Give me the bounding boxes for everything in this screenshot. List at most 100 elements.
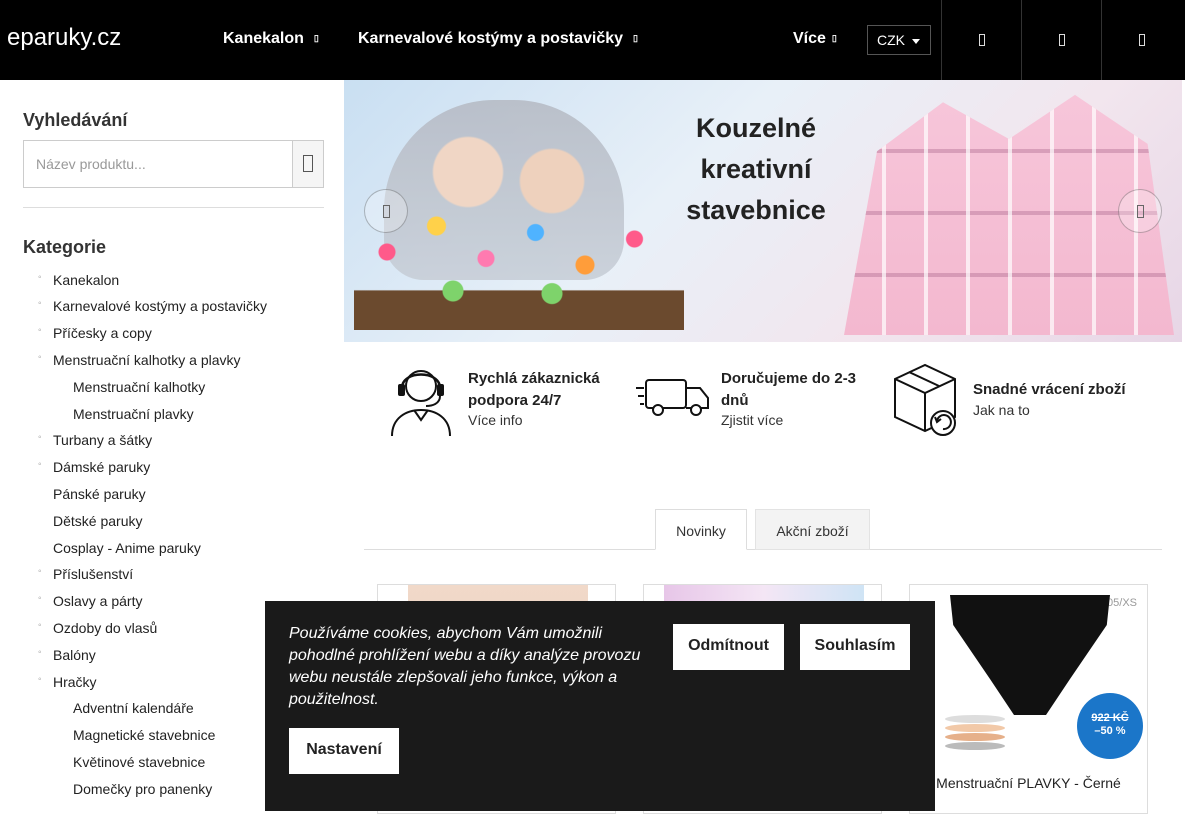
user-icon bbox=[1058, 34, 1065, 46]
bullet-icon: ◦ bbox=[38, 593, 42, 604]
benefit-link[interactable]: Zjistit více bbox=[721, 412, 783, 428]
cookie-settings-button[interactable]: Nastavení bbox=[289, 728, 399, 774]
category-label: Květinové stavebnice bbox=[73, 754, 206, 770]
chevron-down-icon: ▯ bbox=[633, 33, 638, 43]
bullet-icon: ◦ bbox=[38, 352, 42, 363]
subcategory-item[interactable]: Menstruační plavky bbox=[73, 406, 194, 422]
category-label: Adventní kalendáře bbox=[73, 700, 194, 716]
subcategory-item[interactable]: Adventní kalendáře bbox=[73, 700, 194, 716]
benefit-title: Rychlá zákaznická podpora 24/7 bbox=[468, 370, 600, 409]
subcategory-item[interactable]: Domečky pro panenky bbox=[73, 781, 212, 797]
dropdown-caret-icon bbox=[912, 39, 920, 44]
categories-title: Kategorie bbox=[23, 237, 107, 257]
category-label: Dětské paruky bbox=[53, 513, 143, 529]
category-label: Kanekalon bbox=[53, 272, 120, 288]
chevron-down-icon: ▯ bbox=[831, 33, 837, 43]
nav-item-vice[interactable]: Více ▯ bbox=[793, 30, 837, 48]
bullet-icon: ◦ bbox=[38, 432, 42, 443]
carousel-prev-button[interactable] bbox=[364, 189, 408, 233]
search-toggle-button[interactable] bbox=[941, 0, 1021, 80]
cart-button[interactable] bbox=[1101, 0, 1181, 80]
nav-item-kanekalon[interactable]: Kanekalon ▯ bbox=[223, 30, 319, 48]
discount-percent: –50 % bbox=[1094, 725, 1126, 737]
tab-novinky[interactable]: Novinky bbox=[655, 509, 747, 550]
hero-banner[interactable]: Kouzelné kreativní stavebnice bbox=[344, 80, 1182, 342]
chevron-right-icon bbox=[1137, 205, 1144, 218]
category-item[interactable]: ◦ Balóny bbox=[38, 647, 96, 663]
bullet-icon: ◦ bbox=[38, 272, 42, 283]
category-item[interactable]: Cosplay - Anime paruky bbox=[53, 540, 201, 556]
search-input[interactable] bbox=[24, 141, 294, 187]
bullet-icon: ◦ bbox=[38, 325, 42, 336]
category-item[interactable]: ◦ Příčesky a copy bbox=[38, 325, 152, 341]
category-label: Turbany a šátky bbox=[53, 432, 153, 448]
search-title: Vyhledávání bbox=[23, 110, 128, 130]
carousel-next-button[interactable] bbox=[1118, 189, 1162, 233]
bullet-icon: ◦ bbox=[38, 647, 42, 658]
product-image bbox=[950, 595, 1110, 715]
subcategory-item[interactable]: Menstruační kalhotky bbox=[73, 379, 205, 395]
category-label: Ozdoby do vlasů bbox=[53, 620, 158, 636]
category-label: Dámské paruky bbox=[53, 459, 151, 475]
nav-item-label: Kanekalon bbox=[223, 30, 304, 47]
search-button[interactable] bbox=[292, 141, 323, 187]
reject-cookies-button[interactable]: Odmítnout bbox=[673, 624, 784, 670]
product-card[interactable]: Kód: 9405/XS 922 KČ –50 % Menstruační PL… bbox=[909, 584, 1148, 814]
nav-item-label: Více bbox=[793, 30, 826, 47]
bullet-icon: ◦ bbox=[38, 298, 42, 309]
benefit-title: Snadné vrácení zboží bbox=[973, 381, 1126, 398]
category-label: Menstruační kalhotky a plavky bbox=[53, 352, 241, 368]
category-label: Pánské paruky bbox=[53, 486, 146, 502]
product-layers-image bbox=[945, 715, 1005, 755]
currency-value: CZK bbox=[877, 32, 905, 48]
banner-headline: Kouzelné kreativní stavebnice bbox=[666, 108, 846, 231]
banner-headline-line: stavebnice bbox=[686, 195, 826, 225]
site-logo[interactable]: eparuky.cz bbox=[7, 24, 121, 52]
search-icon bbox=[978, 34, 985, 46]
category-item[interactable]: ◦ Kanekalon bbox=[38, 272, 120, 288]
nav-item-label: Karnevalové kostýmy a postavičky bbox=[358, 30, 624, 47]
discount-badge: 922 KČ –50 % bbox=[1077, 693, 1143, 759]
category-item[interactable]: ◦ Dámské paruky bbox=[38, 459, 151, 475]
category-item[interactable]: ◦ Turbany a šátky bbox=[38, 432, 153, 448]
chevron-left-icon bbox=[383, 205, 390, 218]
cookie-consent-bar: Používáme cookies, abychom Vám umožnili … bbox=[265, 601, 935, 811]
benefit-link[interactable]: Jak na to bbox=[973, 402, 1030, 418]
category-label: Magnetické stavebnice bbox=[73, 727, 216, 743]
bullet-icon: ◦ bbox=[38, 566, 42, 577]
category-label: Domečky pro panenky bbox=[73, 781, 213, 797]
account-button[interactable] bbox=[1021, 0, 1101, 80]
category-label: Oslavy a párty bbox=[53, 593, 143, 609]
benefit-link[interactable]: Více info bbox=[468, 412, 522, 428]
category-item[interactable]: ◦ Ozdoby do vlasů bbox=[38, 620, 158, 636]
return-box-icon bbox=[894, 363, 956, 436]
category-item[interactable]: ◦ Karnevalové kostýmy a postavičky bbox=[38, 298, 267, 314]
chevron-down-icon: ▯ bbox=[313, 33, 319, 43]
site-header: eparuky.cz Kanekalon ▯ Karnevalové kostým… bbox=[0, 0, 1185, 80]
sidebar-divider bbox=[23, 207, 324, 208]
category-item[interactable]: ◦ Hračky bbox=[38, 674, 97, 690]
category-label: Menstruační kalhotky bbox=[73, 379, 206, 395]
product-name[interactable]: Menstruační PLAVKY - Černé bbox=[910, 775, 1147, 791]
bullet-icon: ◦ bbox=[38, 620, 42, 631]
subcategory-item[interactable]: Magnetické stavebnice bbox=[73, 727, 215, 743]
category-label: Příslušenství bbox=[53, 566, 134, 582]
category-label: Karnevalové kostýmy a postavičky bbox=[53, 298, 267, 314]
category-item[interactable]: ◦ Menstruační kalhotky a plavky bbox=[38, 352, 241, 368]
category-label: Hračky bbox=[53, 674, 97, 690]
cookie-text: Používáme cookies, abychom Vám umožnili … bbox=[289, 625, 641, 708]
category-label: Balóny bbox=[53, 647, 96, 663]
category-item[interactable]: ◦ Příslušenství bbox=[38, 566, 134, 582]
banner-headline-line: kreativní bbox=[700, 154, 812, 184]
subcategory-item[interactable]: Květinové stavebnice bbox=[73, 754, 205, 770]
old-price: 922 KČ bbox=[1091, 712, 1129, 724]
nav-item-karnevalove-kostymy[interactable]: Karnevalové kostýmy a postavičky ▯ bbox=[358, 30, 638, 48]
tab-akcni-zbozi[interactable]: Akční zboží bbox=[755, 509, 870, 550]
currency-select[interactable]: CZK bbox=[867, 25, 931, 55]
category-item[interactable]: ◦ Oslavy a párty bbox=[38, 593, 143, 609]
category-item[interactable]: Dětské paruky bbox=[53, 513, 142, 529]
accept-cookies-button[interactable]: Souhlasím bbox=[800, 624, 910, 670]
category-item[interactable]: Pánské paruky bbox=[53, 486, 146, 502]
headset-support-icon bbox=[391, 370, 451, 437]
bullet-icon: ◦ bbox=[38, 674, 42, 685]
